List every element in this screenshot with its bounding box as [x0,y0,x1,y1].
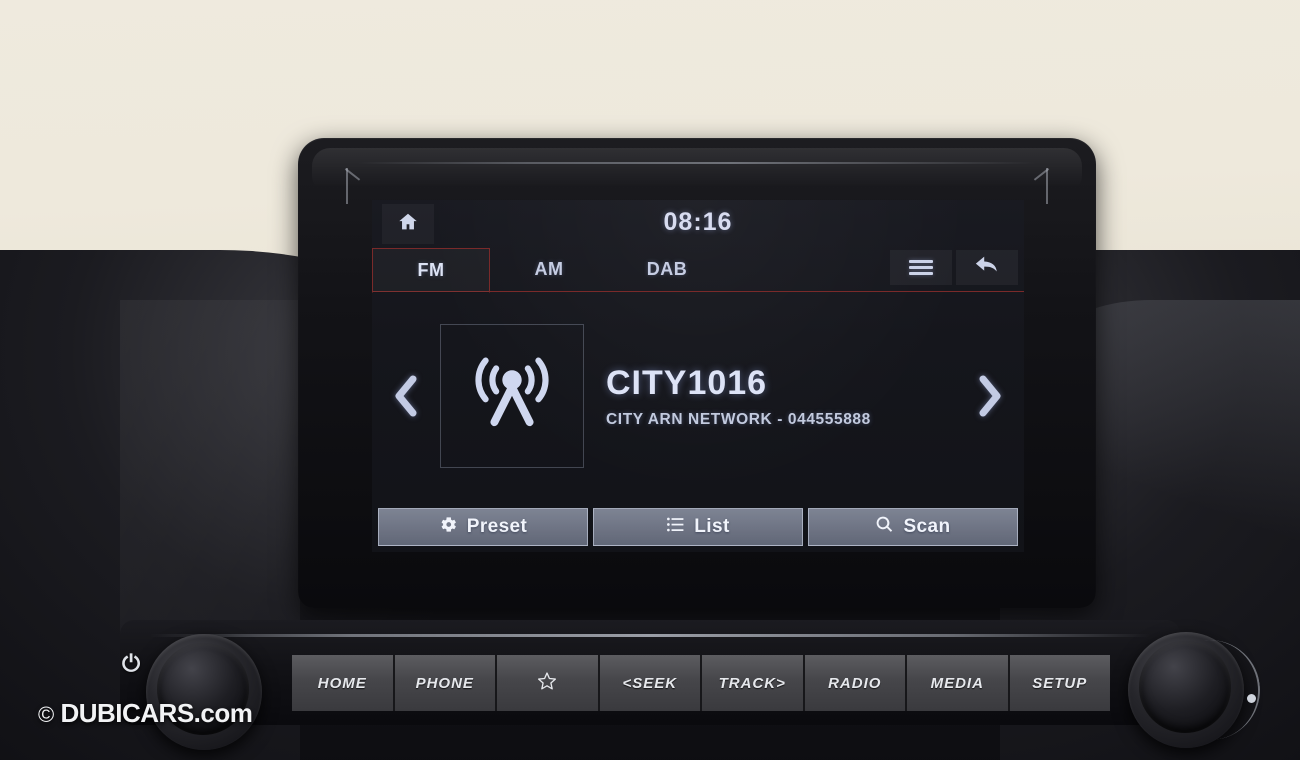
hw-button-radio[interactable]: RADIO [804,655,907,711]
scan-button[interactable]: Scan [808,508,1018,546]
clock-display: 08:16 [663,208,733,236]
soft-button-bar: Preset List Scan [378,508,1018,546]
list-button[interactable]: List [593,508,803,546]
power-volume-knob[interactable] [146,634,262,750]
list-icon [666,515,685,540]
hw-button-phone[interactable]: PHONE [394,655,497,711]
watermark-text: DUBICARS.com [60,698,253,728]
hamburger-menu-icon [909,257,933,278]
tab-fm[interactable]: FM [372,248,490,293]
tab-am[interactable]: AM [490,248,608,291]
preset-button-label: Preset [466,516,528,537]
station-info: CITY1016 CITY ARN NETWORK - 044555888 [584,364,956,429]
hw-button-home[interactable]: HOME [292,655,395,711]
bezel-chrome-line [358,162,1036,164]
tab-bar-spacer [726,248,886,291]
tab-dab[interactable]: DAB [608,248,726,291]
source-tab-bar: FM AM DAB [372,248,1024,293]
gear-icon [439,515,458,540]
preset-button[interactable]: Preset [378,508,588,546]
station-subtitle: CITY ARN NETWORK - 044555888 [606,410,871,428]
previous-station-button[interactable] [372,374,440,418]
back-arrow-icon [974,254,1000,281]
back-button[interactable] [956,250,1018,285]
bezel-gloss [312,148,1082,194]
hw-button-setup[interactable]: SETUP [1009,655,1110,711]
infotainment-bezel: 08:16 FM AM DAB CITY1016 CITY ARN NETWOR… [298,138,1096,608]
trim-chrome-strip [150,634,1150,637]
list-button-label: List [694,516,730,537]
hw-button-media[interactable]: MEDIA [907,655,1010,711]
hw-button-seek[interactable]: <SEEK [599,655,702,711]
knob-indicator-dot [1247,694,1256,703]
now-playing-area: CITY1016 CITY ARN NETWORK - 044555888 [372,292,1024,500]
chevron-right-icon [976,374,1004,418]
hw-button-track[interactable]: TRACK> [702,655,805,711]
watermark: © DUBICARS.com [38,698,253,729]
hw-button-favorite[interactable] [497,655,600,711]
next-station-button[interactable] [956,374,1024,418]
chevron-left-icon [392,374,420,418]
star-icon [537,671,557,695]
power-icon: ⏻ [122,650,141,676]
search-icon [875,515,894,540]
station-name: CITY1016 [606,363,768,402]
infotainment-screen[interactable]: 08:16 FM AM DAB CITY1016 CITY ARN NETWOR… [372,200,1024,552]
copyright-symbol: © [38,702,54,727]
scan-button-label: Scan [903,516,951,537]
status-bar: 08:16 [372,200,1024,248]
radio-antenna-icon [468,350,556,443]
menu-button[interactable] [890,250,952,285]
hardware-button-strip: HOME PHONE <SEEK TRACK> RADIO MEDIA SETU… [292,655,1110,711]
bezel-corner-mark-right [1024,164,1050,204]
station-artwork [440,324,584,468]
bezel-corner-mark-left [344,164,370,204]
